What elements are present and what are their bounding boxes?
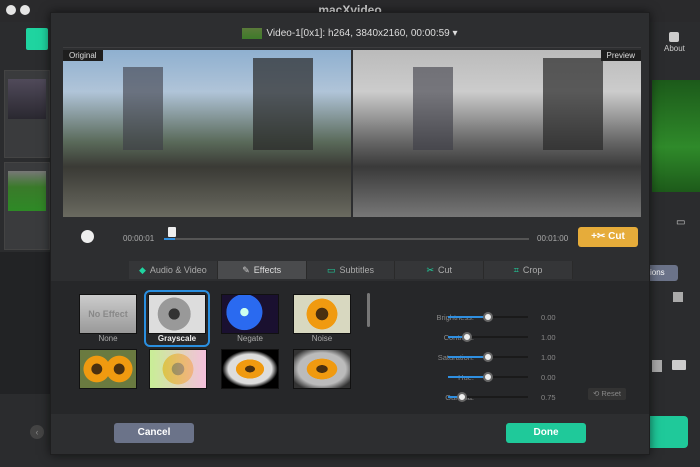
preview-label: Preview [600, 50, 641, 61]
tab-label: Cut [438, 265, 453, 275]
slider-contrast[interactable]: Contrast:1.00 [391, 331, 631, 343]
scissors-icon: +✂ [591, 231, 609, 242]
no-effect-thumbnail: No Effect [79, 294, 137, 334]
slider-track[interactable] [448, 312, 528, 322]
timeline-handle[interactable] [168, 227, 176, 237]
reset-button[interactable]: ⟲ Reset [588, 388, 626, 400]
tab-cut[interactable]: ✂ Cut [395, 261, 485, 279]
effect-label: Grayscale [157, 334, 197, 343]
tab-crop[interactable]: ⌗ Crop [484, 261, 573, 279]
effect-noise[interactable]: Noise [293, 294, 351, 343]
scissors-icon: ✂ [426, 265, 435, 275]
original-video-frame: Original [63, 50, 351, 217]
about-label: About [664, 44, 685, 53]
edit-dialog: Video-1[0x1]: h264, 3840x2160, 00:00:59 … [50, 12, 650, 455]
effects-scrollbar[interactable] [367, 293, 370, 327]
slider-track[interactable] [448, 332, 528, 342]
player-controls: 00:00:01 00:01:00 +✂ Cut [51, 225, 649, 249]
video-select-dropdown[interactable]: Video-1[0x1]: h264, 3840x2160, 00:00:59 … [51, 28, 649, 39]
info-icon [669, 32, 680, 42]
slider-value: 0.75 [541, 393, 556, 402]
options-button[interactable]: ions [650, 265, 678, 281]
effect-vignette[interactable] [293, 349, 351, 389]
slider-hue[interactable]: Hue:0.00 [391, 371, 631, 383]
close-window-button[interactable] [6, 5, 16, 15]
dropdown-chevron-icon[interactable] [673, 292, 683, 302]
stepper-icon[interactable] [652, 360, 662, 372]
slider-value: 1.00 [541, 333, 556, 342]
magic-wand-icon: ✎ [242, 265, 250, 275]
slider-track[interactable] [448, 352, 528, 362]
tab-bar: ◆ Audio & Video ✎ Effects ▭ Subtitles ✂ Cut … [129, 261, 573, 279]
slider-knob[interactable] [483, 312, 493, 322]
audio-icon: ◆ [138, 265, 146, 275]
timeline-slider[interactable] [164, 238, 529, 240]
cut-label: Cut [608, 231, 625, 242]
effect-label: Negate [237, 334, 263, 343]
effect-negate[interactable]: Negate [221, 294, 279, 343]
preview-video-frame: Preview [353, 50, 641, 217]
slider-track[interactable] [448, 372, 528, 382]
effect-vignette-dark[interactable] [221, 349, 279, 389]
back-icon[interactable]: ‹ [30, 425, 44, 439]
effect-mirror[interactable] [79, 349, 137, 389]
video-select-label: Video-1[0x1]: h264, 3840x2160, 00:00:59 [266, 28, 450, 40]
pause-button[interactable] [81, 230, 94, 243]
run-button[interactable] [650, 416, 688, 448]
crop-icon: ⌗ [513, 265, 519, 275]
folder-icon[interactable]: ▭ [676, 217, 685, 228]
slider-track[interactable] [448, 392, 528, 402]
slider-value: 0.00 [541, 373, 556, 382]
slider-saturation[interactable]: Saturation:1.00 [391, 351, 631, 363]
effects-panel: No EffectNone Grayscale Negate Noise Bri… [51, 281, 649, 414]
tab-subtitles[interactable]: ▭ Subtitles [307, 261, 396, 279]
tab-audio-video[interactable]: ◆ Audio & Video [129, 261, 218, 279]
video-list-item[interactable] [4, 162, 50, 250]
tab-label: Crop [522, 265, 543, 275]
folder-icon[interactable] [672, 360, 686, 370]
list-empty-area [0, 252, 50, 394]
slider-value: 1.00 [541, 353, 556, 362]
output-preview-thumbnail [652, 80, 700, 192]
slider-brightness[interactable]: Brightness:0.00 [391, 311, 631, 323]
effect-label: None [98, 334, 118, 343]
video-list-item[interactable] [4, 70, 50, 158]
effect-color-shift[interactable] [149, 349, 207, 389]
current-time: 00:00:01 [123, 234, 155, 243]
original-label: Original [63, 50, 103, 61]
cancel-button[interactable]: Cancel [114, 423, 194, 443]
tab-label: Subtitles [339, 265, 375, 275]
slider-knob[interactable] [483, 372, 493, 382]
about-button[interactable]: About [664, 32, 685, 53]
video-thumbnail [242, 28, 263, 39]
end-time: 00:01:00 [537, 234, 569, 243]
reset-label: Reset [601, 389, 621, 398]
chevron-down-icon: ▾ [452, 28, 458, 40]
subtitles-icon: ▭ [326, 265, 336, 275]
divider [63, 47, 641, 48]
done-button[interactable]: Done [506, 423, 586, 443]
effect-grayscale[interactable]: Grayscale [144, 290, 210, 347]
minimize-window-button[interactable] [20, 5, 30, 15]
tab-effects[interactable]: ✎ Effects [217, 261, 307, 279]
effect-none[interactable]: No Effect None [79, 294, 137, 343]
effect-label: Noise [311, 334, 333, 343]
add-video-icon[interactable] [26, 28, 48, 50]
add-cut-button[interactable]: +✂ Cut [578, 227, 638, 247]
tab-label: Effects [253, 265, 282, 275]
slider-knob[interactable] [483, 352, 493, 362]
slider-value: 0.00 [541, 313, 556, 322]
tab-label: Audio & Video [149, 265, 207, 275]
